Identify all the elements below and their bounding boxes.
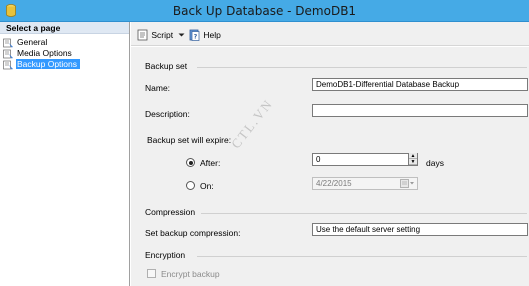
set-compression-label: Set backup compression:	[145, 228, 241, 238]
compression-select[interactable]: Use the default server setting	[312, 223, 528, 236]
page-item-label: Backup Options	[16, 59, 81, 70]
toolbar: Script ? Help	[131, 22, 529, 46]
section-divider	[201, 213, 527, 214]
calendar-icon[interactable]	[400, 179, 414, 188]
on-date-value: 4/22/2015	[316, 179, 352, 188]
svg-text:?: ?	[194, 33, 198, 40]
compression-section-label: Compression	[145, 207, 196, 217]
script-label: Script	[151, 29, 174, 40]
on-date-field[interactable]: 4/22/2015	[312, 177, 418, 190]
after-days-value: 0	[316, 155, 321, 164]
on-label: On:	[200, 181, 214, 191]
encrypt-backup-checkbox[interactable]	[147, 269, 156, 278]
section-divider	[197, 67, 527, 68]
page-icon	[3, 49, 13, 59]
spin-down-icon[interactable]: ▼	[409, 159, 417, 165]
description-field[interactable]	[312, 104, 528, 117]
section-divider	[197, 256, 527, 257]
backup-options-panel: Backup set Name: DemoDB1-Differential Da…	[131, 47, 529, 286]
help-label: Help	[203, 29, 221, 40]
help-icon: ?	[189, 29, 200, 41]
days-spinner[interactable]: ▲ ▼	[408, 153, 417, 166]
chevron-down-icon[interactable]	[178, 32, 185, 38]
page-item-backup-options[interactable]: Backup Options	[3, 59, 81, 70]
name-label: Name:	[145, 83, 171, 93]
description-label: Description:	[145, 109, 190, 119]
page-item-general[interactable]: General	[3, 37, 50, 48]
after-label: After:	[200, 158, 221, 168]
page-item-label: Media Options	[17, 48, 72, 59]
encrypt-backup-label: Encrypt backup	[161, 269, 220, 279]
days-label: days	[426, 158, 444, 168]
page-item-media-options[interactable]: Media Options	[3, 48, 75, 59]
page-item-label: General	[17, 37, 48, 48]
help-button[interactable]: ? Help	[189, 27, 221, 41]
title-bar: Back Up Database - DemoDB1	[0, 0, 529, 22]
window-title: Back Up Database - DemoDB1	[172, 4, 357, 18]
script-icon	[137, 29, 148, 41]
page-icon	[3, 38, 13, 48]
after-days-field[interactable]: 0	[312, 153, 418, 166]
encryption-section-label: Encryption	[145, 250, 186, 260]
page-selector-header: Select a page	[0, 22, 129, 34]
page-icon	[3, 60, 13, 70]
name-field[interactable]: DemoDB1-Differential Database Backup	[312, 78, 528, 91]
expire-label: Backup set will expire:	[147, 135, 232, 145]
backup-set-section-label: Backup set	[145, 61, 188, 71]
on-radio[interactable]	[186, 181, 195, 190]
after-radio[interactable]	[186, 158, 195, 167]
script-button[interactable]: Script	[137, 27, 185, 41]
page-selector-pane: Select a page General Media Options Back…	[0, 22, 130, 286]
